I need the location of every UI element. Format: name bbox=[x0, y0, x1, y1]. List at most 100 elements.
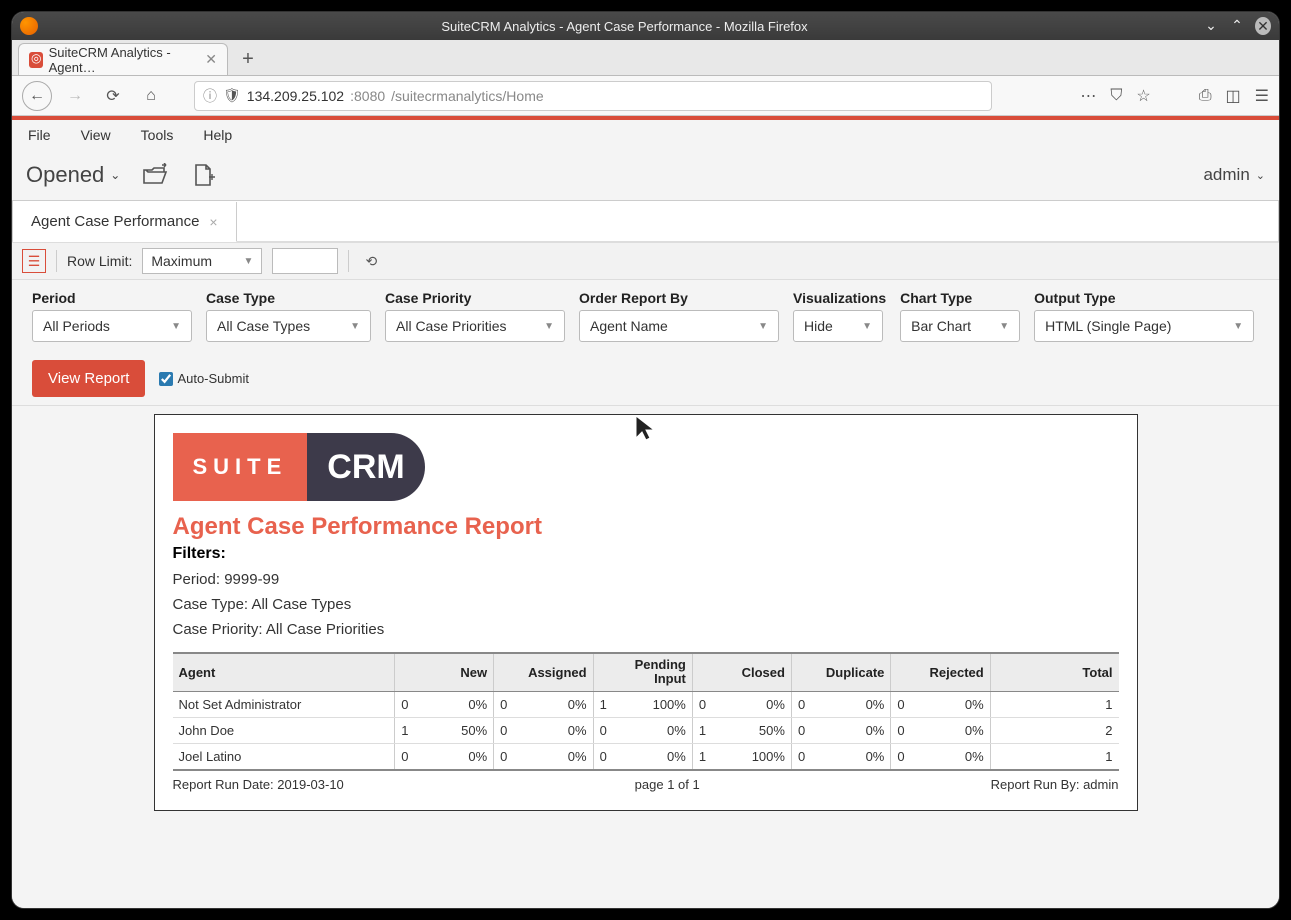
report-output: SUITE CRM Agent Case Performance Report … bbox=[154, 414, 1138, 811]
col-assigned: Assigned bbox=[494, 653, 593, 691]
maximize-button[interactable]: ⌃ bbox=[1229, 17, 1245, 35]
params-bar: ☰ Row Limit: Maximum ▼ ⟲ bbox=[12, 242, 1279, 280]
row-limit-dropdown[interactable]: Maximum ▼ bbox=[142, 248, 262, 274]
window-titlebar: SuiteCRM Analytics - Agent Case Performa… bbox=[12, 12, 1279, 40]
filter-output-type-dropdown[interactable]: HTML (Single Page) ▼ bbox=[1034, 310, 1254, 342]
separator bbox=[348, 250, 349, 272]
caret-down-icon: ▼ bbox=[171, 321, 181, 332]
row-limit-value: Maximum bbox=[151, 253, 212, 269]
filter-visualizations-value: Hide bbox=[804, 318, 833, 334]
open-folder-icon[interactable] bbox=[142, 163, 170, 187]
report-run-date: Report Run Date: 2019-03-10 bbox=[173, 777, 344, 792]
table-row: John Doe150%00%00%150%00%00%2 bbox=[173, 717, 1119, 743]
menu-file[interactable]: File bbox=[28, 127, 51, 143]
permission-icon[interactable]: 🛡︎ bbox=[223, 87, 241, 104]
url-host: 134.209.25.102 bbox=[247, 88, 344, 104]
filter-chart-type-dropdown[interactable]: Bar Chart▼ bbox=[900, 310, 1020, 342]
caret-down-icon: ▼ bbox=[1233, 321, 1243, 332]
url-path: /suitecrmanalytics/Home bbox=[391, 88, 544, 104]
filter-line-case-priority: Case Priority: All Case Priorities bbox=[173, 621, 1119, 638]
filter-order-by-dropdown[interactable]: Agent Name ▼ bbox=[579, 310, 779, 342]
browser-tab-strip: SuiteCRM Analytics - Agent… ✕ + bbox=[12, 40, 1279, 76]
page-actions-icon[interactable]: ⋯ bbox=[1080, 86, 1096, 106]
caret-down-icon: ▼ bbox=[544, 321, 554, 332]
forward-button[interactable]: → bbox=[60, 81, 90, 111]
report-title: Agent Case Performance Report bbox=[173, 513, 1119, 541]
refresh-icon[interactable]: ⟲ bbox=[359, 249, 383, 273]
filter-period-dropdown[interactable]: All Periods▼ bbox=[32, 310, 192, 342]
browser-tab[interactable]: SuiteCRM Analytics - Agent… ✕ bbox=[18, 43, 228, 75]
site-info-icon[interactable]: ⓘ bbox=[203, 86, 217, 106]
report-tab-strip: Agent Case Performance × bbox=[12, 200, 1279, 242]
row-limit-input[interactable] bbox=[272, 248, 338, 274]
filters-row: Period All Periods▼ Case Type All Case T… bbox=[12, 280, 1279, 348]
home-button[interactable]: ⌂ bbox=[136, 81, 166, 111]
filter-label-case-type: Case Type bbox=[206, 290, 371, 306]
filter-case-type-dropdown[interactable]: All Case Types▼ bbox=[206, 310, 371, 342]
filter-label-order-by: Order Report By bbox=[579, 290, 779, 306]
filter-visualizations-dropdown[interactable]: Hide ▼ bbox=[793, 310, 883, 342]
user-menu[interactable]: admin ⌄ bbox=[1203, 165, 1265, 185]
logo-right: CRM bbox=[307, 433, 424, 501]
table-row: Not Set Administrator00%00%1100%00%00%00… bbox=[173, 691, 1119, 717]
menu-view[interactable]: View bbox=[81, 127, 111, 143]
filter-label-chart-type: Chart Type bbox=[900, 290, 1020, 306]
window-close-button[interactable]: ✕ bbox=[1255, 17, 1271, 35]
filter-label-visualizations: Visualizations bbox=[793, 290, 886, 306]
filter-label-period: Period bbox=[32, 290, 192, 306]
app-menu-bar: File View Tools Help bbox=[12, 120, 1279, 150]
library-icon[interactable]: ⎙ bbox=[1199, 87, 1212, 105]
new-document-icon[interactable] bbox=[192, 163, 216, 187]
col-rejected: Rejected bbox=[891, 653, 990, 691]
opened-dropdown[interactable]: Opened ⌄ bbox=[26, 162, 120, 188]
pocket-icon[interactable]: ⛉ bbox=[1110, 87, 1122, 105]
col-closed: Closed bbox=[692, 653, 791, 691]
auto-submit-input[interactable] bbox=[159, 372, 173, 386]
sidebar-icon[interactable]: ◫ bbox=[1226, 86, 1241, 106]
filter-line-period: Period: 9999-99 bbox=[173, 571, 1119, 588]
filter-label-output-type: Output Type bbox=[1034, 290, 1254, 306]
col-agent: Agent bbox=[173, 653, 395, 691]
view-report-button[interactable]: View Report bbox=[32, 360, 145, 397]
tab-close-button[interactable]: ✕ bbox=[205, 51, 217, 68]
row-limit-label: Row Limit: bbox=[67, 253, 132, 269]
list-view-icon[interactable]: ☰ bbox=[22, 249, 46, 273]
opened-label: Opened bbox=[26, 162, 104, 188]
filter-case-priority-dropdown[interactable]: All Case Priorities ▼ bbox=[385, 310, 565, 342]
caret-down-icon: ▼ bbox=[862, 321, 872, 332]
auto-submit-label: Auto-Submit bbox=[177, 371, 249, 386]
filter-case-priority-value: All Case Priorities bbox=[396, 318, 506, 334]
browser-tab-label: SuiteCRM Analytics - Agent… bbox=[49, 45, 196, 75]
url-bar[interactable]: ⓘ 🛡︎ 134.209.25.102:8080/suitecrmanalyti… bbox=[194, 81, 992, 111]
filter-order-by-value: Agent Name bbox=[590, 318, 668, 334]
back-button[interactable]: ← bbox=[22, 81, 52, 111]
report-tab[interactable]: Agent Case Performance × bbox=[13, 202, 237, 242]
col-new: New bbox=[395, 653, 494, 691]
caret-down-icon: ▼ bbox=[999, 321, 1009, 332]
menu-help[interactable]: Help bbox=[203, 127, 232, 143]
suitecrm-logo: SUITE CRM bbox=[173, 433, 425, 501]
filter-line-case-type: Case Type: All Case Types bbox=[173, 596, 1119, 613]
new-tab-button[interactable]: + bbox=[232, 43, 264, 75]
auto-submit-checkbox[interactable]: Auto-Submit bbox=[159, 371, 249, 386]
report-page: page 1 of 1 bbox=[635, 777, 700, 792]
minimize-button[interactable]: ⌄ bbox=[1203, 17, 1219, 35]
col-pending: Pending Input bbox=[593, 653, 692, 691]
menu-tools[interactable]: Tools bbox=[141, 127, 174, 143]
separator bbox=[56, 250, 57, 272]
chevron-down-icon: ⌄ bbox=[110, 168, 120, 182]
col-total: Total bbox=[990, 653, 1118, 691]
filter-output-type-value: HTML (Single Page) bbox=[1045, 318, 1171, 334]
hamburger-menu-icon[interactable]: ☰ bbox=[1255, 86, 1269, 106]
reload-button[interactable]: ⟳ bbox=[98, 81, 128, 111]
browser-nav-bar: ← → ⟳ ⌂ ⓘ 🛡︎ 134.209.25.102:8080/suitecr… bbox=[12, 76, 1279, 116]
filter-label-case-priority: Case Priority bbox=[385, 290, 565, 306]
caret-down-icon: ▼ bbox=[758, 321, 768, 332]
table-row: Joel Latino00%00%00%1100%00%00%1 bbox=[173, 743, 1119, 770]
bookmark-star-icon[interactable]: ☆ bbox=[1136, 86, 1150, 106]
col-duplicate: Duplicate bbox=[791, 653, 890, 691]
chevron-down-icon: ⌄ bbox=[1256, 169, 1265, 182]
filter-case-type-value: All Case Types bbox=[217, 318, 310, 334]
report-run-by: Report Run By: admin bbox=[991, 777, 1119, 792]
report-tab-close[interactable]: × bbox=[209, 214, 217, 230]
